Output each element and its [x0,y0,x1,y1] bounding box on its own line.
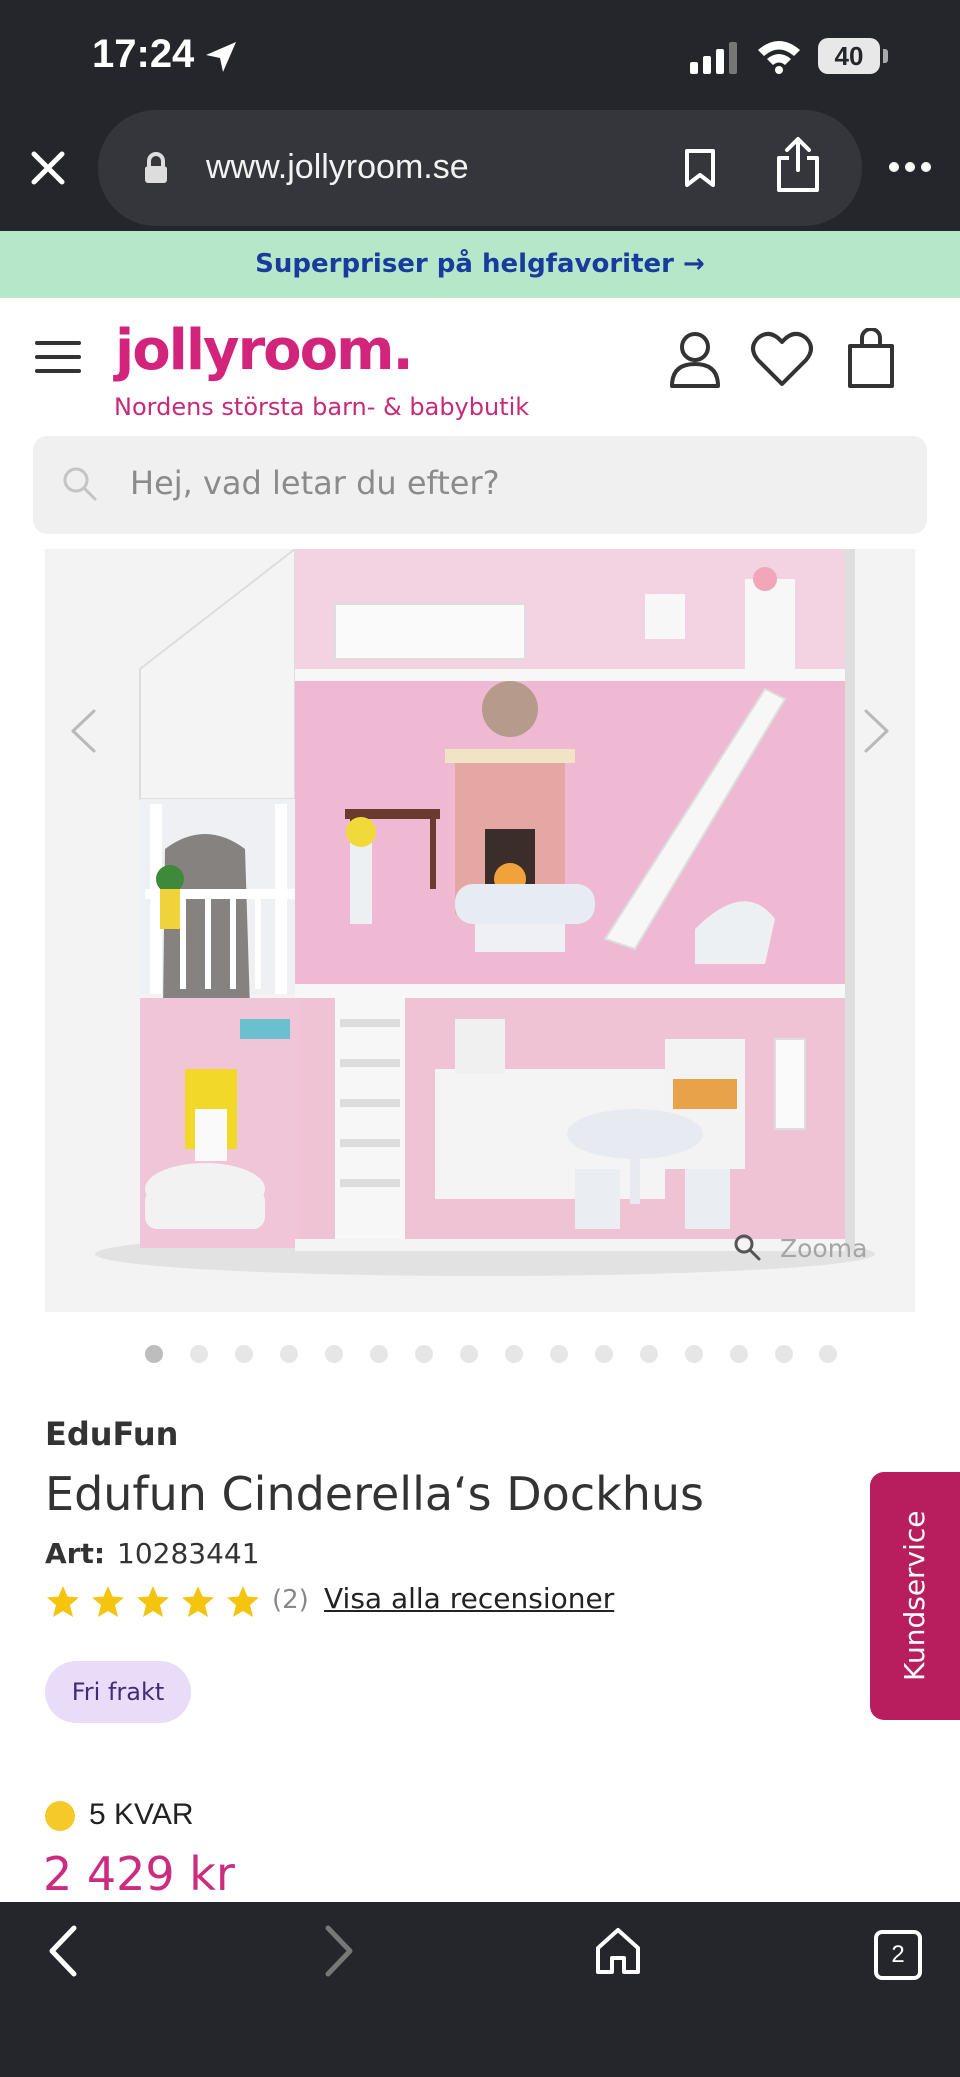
product-image[interactable] [45,549,915,1312]
battery-icon: 40 [818,38,880,74]
star-icon [182,1586,214,1617]
more-icon[interactable] [888,160,932,174]
free-shipping-badge: Fri frakt [45,1661,191,1723]
forward-icon[interactable] [322,1924,358,1978]
star-icon [137,1586,169,1617]
dollhouse-illustration [95,549,875,1276]
heart-icon[interactable] [750,330,814,388]
zoom-icon[interactable] [733,1233,761,1261]
tabs-icon[interactable]: 2 [874,1930,922,1980]
url-text[interactable]: www.jollyroom.se [206,148,469,187]
gallery-dot[interactable] [730,1345,748,1363]
chevron-right-icon[interactable] [862,708,892,754]
gallery-dot[interactable] [370,1345,388,1363]
hamburger-icon[interactable] [35,340,81,374]
lock-icon [145,152,167,183]
signal-icon [690,42,737,74]
promo-banner[interactable]: Superpriser på helgfavoriter → [0,231,960,298]
gallery-dot[interactable] [595,1345,613,1363]
search-icon [63,467,97,501]
back-icon[interactable] [44,1924,80,1978]
product-title: Edufun Cinderella‘s Dockhus [45,1467,705,1521]
tagline: Nordens största barn- & babybutik [114,393,530,421]
wifi-icon [758,41,800,74]
gallery-dot[interactable] [235,1345,253,1363]
status-time: 17:24 [92,32,195,76]
location-arrow-icon [206,42,236,72]
star-icon [47,1586,79,1617]
gallery-dot[interactable] [685,1345,703,1363]
battery-level: 40 [834,41,864,71]
stock-indicator [45,1801,75,1831]
product-price: 2 429 kr [43,1847,235,1901]
star-icon [92,1586,124,1617]
reviews-link[interactable]: Visa alla recensioner [324,1582,614,1615]
gallery-dot[interactable] [325,1345,343,1363]
battery-tip [883,49,888,63]
gallery-dot[interactable] [505,1345,523,1363]
gallery-dot[interactable] [819,1345,837,1363]
star-icon [227,1586,259,1617]
gallery-dot[interactable] [190,1345,208,1363]
share-icon[interactable] [774,136,822,194]
logo[interactable]: jollyroom. [115,318,414,383]
stock-status: 5 KVAR [89,1798,194,1831]
browser-bottom-bar [0,1902,960,2077]
close-icon[interactable] [30,150,66,186]
product-brand[interactable]: EduFun [45,1415,178,1453]
home-icon[interactable] [594,1926,642,1976]
gallery-dot[interactable] [280,1345,298,1363]
customer-service-label[interactable]: Kundservice [875,1472,955,1720]
gallery-dot[interactable] [775,1345,793,1363]
article-label: Art: [45,1537,106,1570]
rating-stars[interactable] [45,1584,265,1620]
account-icon[interactable] [668,330,722,388]
gallery-dot[interactable] [550,1345,568,1363]
search-input[interactable]: Hej, vad letar du efter? [130,464,500,502]
gallery-dot[interactable] [460,1345,478,1363]
bag-icon[interactable] [846,328,896,390]
gallery-dot[interactable] [145,1345,163,1363]
bookmark-icon[interactable] [683,148,717,188]
review-count: (2) [272,1585,309,1615]
gallery-dot[interactable] [415,1345,433,1363]
article-number: 10283441 [117,1537,260,1570]
zoom-label[interactable]: Zooma [780,1234,867,1263]
gallery-dot[interactable] [640,1345,658,1363]
chevron-left-icon[interactable] [68,708,98,754]
